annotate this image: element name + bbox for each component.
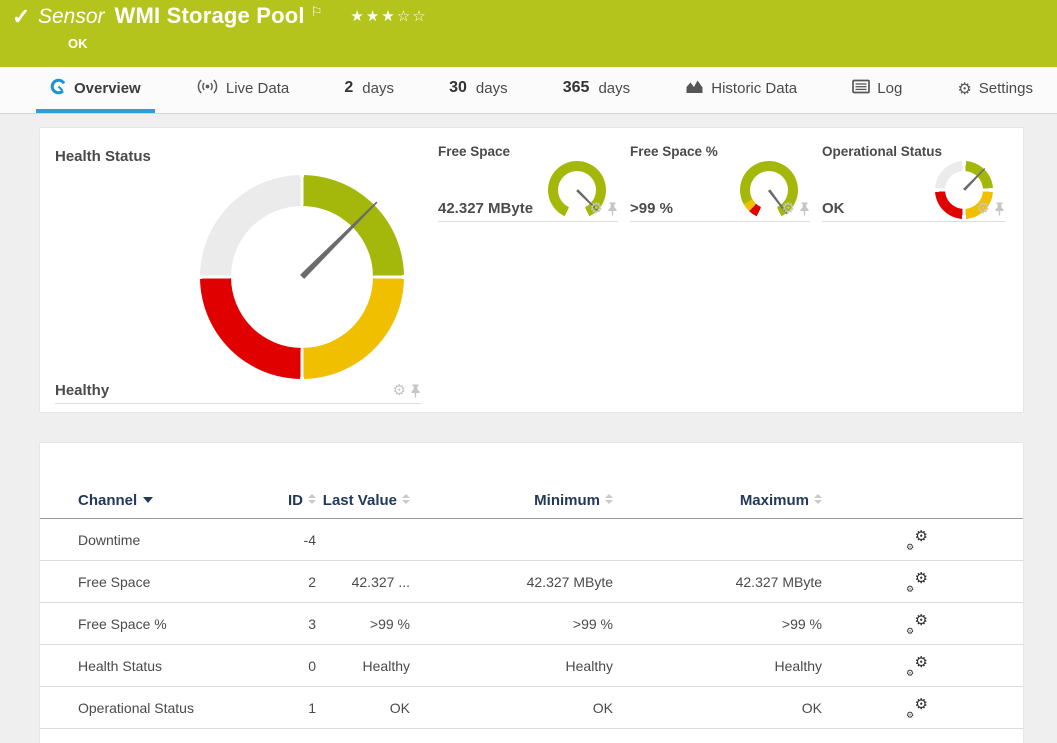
tab-settings[interactable]: ⚙ Settings <box>943 67 1047 113</box>
prtg-sensor-page: ✓ Sensor WMI Storage Pool ⚐ ★★★☆☆ OK Ove… <box>0 0 1057 743</box>
tab-2-days[interactable]: 2 days <box>330 67 408 113</box>
cell-channel: Downtime <box>78 531 141 548</box>
settings-gear-icon: ⚙ <box>957 78 972 98</box>
table-row: Free Space % 3 >99 % >99 % >99 % ⚙ ⚙ <box>40 603 1023 645</box>
channel-label: Health Status <box>55 148 151 165</box>
gear-icon[interactable]: ⚙ <box>393 383 406 398</box>
channel-tile-free-space-pct: Free Space % >99 % ⚙ <box>630 138 810 222</box>
channel-value: Healthy <box>55 382 110 399</box>
log-icon <box>852 79 871 98</box>
cell-minimum: >99 % <box>572 615 613 632</box>
column-header-last-value[interactable]: Last Value <box>316 491 410 510</box>
channel-value: >99 % <box>630 200 673 217</box>
table-row: Operational Status 1 OK OK OK ⚙ ⚙ <box>40 687 1023 729</box>
cell-channel: Operational Status <box>78 699 194 716</box>
table-header-row: Channel ID Last Value Minimum Maximum <box>40 443 1023 519</box>
sort-icon <box>605 494 613 504</box>
primary-channel-tile: Health Status Healthy ⚙ <box>55 138 421 404</box>
cell-id: -4 <box>303 531 316 548</box>
tab-live-data[interactable]: Live Data <box>182 67 303 113</box>
cell-id: 3 <box>308 615 316 632</box>
cell-last-value: Healthy <box>362 657 410 674</box>
channel-value: 42.327 MByte <box>438 200 534 217</box>
sort-icon <box>402 494 410 504</box>
cell-last-value: 42.327 ... <box>351 573 410 590</box>
pin-icon[interactable] <box>799 202 810 216</box>
status-check-icon: ✓ <box>12 4 31 29</box>
channels-table-card: Channel ID Last Value Minimum Maximum Do… <box>40 443 1023 743</box>
column-header-channel[interactable]: Channel <box>78 491 268 510</box>
sort-icon <box>814 494 822 504</box>
gear-icon[interactable]: ⚙ <box>590 201 603 216</box>
cell-maximum: 42.327 MByte <box>735 573 822 590</box>
sensor-title: WMI Storage Pool <box>114 3 305 28</box>
health-status-gauge <box>200 175 404 379</box>
sort-desc-icon <box>143 497 154 503</box>
channel-label: Free Space <box>438 144 511 159</box>
rating-stars[interactable]: ★★★☆☆ <box>350 7 427 25</box>
cell-id: 2 <box>308 573 316 590</box>
channel-settings-icon[interactable]: ⚙ ⚙ <box>906 569 928 595</box>
cell-minimum: OK <box>592 699 613 716</box>
gauge-icon <box>50 78 67 99</box>
cell-maximum: OK <box>801 699 822 716</box>
channel-settings-icon[interactable]: ⚙ ⚙ <box>906 695 928 721</box>
pin-icon[interactable] <box>410 384 421 398</box>
cell-minimum: Healthy <box>565 657 613 674</box>
channel-settings-icon[interactable]: ⚙ ⚙ <box>906 611 928 637</box>
tab-365-days[interactable]: 365 days <box>549 67 644 113</box>
object-kind-label: Sensor <box>38 5 105 28</box>
table-row: Free Space 2 42.327 ... 42.327 MByte 42.327 … <box>40 561 1023 603</box>
cell-channel: Free Space <box>78 573 151 590</box>
cell-last-value: OK <box>389 699 410 716</box>
pin-icon[interactable] <box>994 202 1005 216</box>
flag-icon[interactable]: ⚐ <box>311 4 323 20</box>
column-header-minimum[interactable]: Minimum <box>410 491 613 510</box>
table-row: Downtime -4 ⚙ ⚙ <box>40 519 1023 561</box>
gauges-card: Health Status Healthy ⚙ Free Space 42.32… <box>40 128 1023 412</box>
historic-chart-icon <box>685 79 704 98</box>
cell-id: 1 <box>308 699 316 716</box>
channel-tile-operational-status: Operational Status OK ⚙ <box>822 138 1005 222</box>
sort-icon <box>308 494 316 504</box>
channel-label: Free Space % <box>630 144 718 159</box>
sensor-status: OK <box>68 36 88 51</box>
cell-id: 0 <box>308 657 316 674</box>
channel-table-body: Downtime -4 ⚙ ⚙ Free Space 2 42.327 ... 42.327 … <box>40 519 1023 729</box>
tab-historic-data[interactable]: Historic Data <box>671 67 811 113</box>
cell-channel: Free Space % <box>78 615 167 632</box>
channel-settings-icon[interactable]: ⚙ ⚙ <box>906 653 928 679</box>
column-header-id[interactable]: ID <box>268 491 316 510</box>
cell-channel: Health Status <box>78 657 163 674</box>
tab-overview[interactable]: Overview <box>36 67 155 113</box>
cell-maximum: Healthy <box>774 657 822 674</box>
sensor-header: ✓ Sensor WMI Storage Pool ⚐ ★★★☆☆ OK <box>0 0 1057 67</box>
channel-tile-free-space: Free Space 42.327 MByte ⚙ <box>438 138 618 222</box>
channel-label: Operational Status <box>822 144 943 159</box>
channel-settings-icon[interactable]: ⚙ ⚙ <box>906 527 928 553</box>
cell-last-value: >99 % <box>369 615 410 632</box>
gear-icon[interactable]: ⚙ <box>782 201 795 216</box>
cell-minimum: 42.327 MByte <box>526 573 613 590</box>
pin-icon[interactable] <box>607 202 618 216</box>
live-data-icon <box>196 78 219 99</box>
tab-log[interactable]: Log <box>838 67 916 113</box>
table-row: Health Status 0 Healthy Healthy Healthy ⚙ ⚙ <box>40 645 1023 687</box>
tab-bar: Overview Live Data 2 days 30 days 365 da… <box>0 67 1057 114</box>
column-header-maximum[interactable]: Maximum <box>613 491 822 510</box>
channel-value: OK <box>822 200 845 217</box>
cell-maximum: >99 % <box>781 615 822 632</box>
gear-icon[interactable]: ⚙ <box>977 201 990 216</box>
tab-30-days[interactable]: 30 days <box>435 67 521 113</box>
